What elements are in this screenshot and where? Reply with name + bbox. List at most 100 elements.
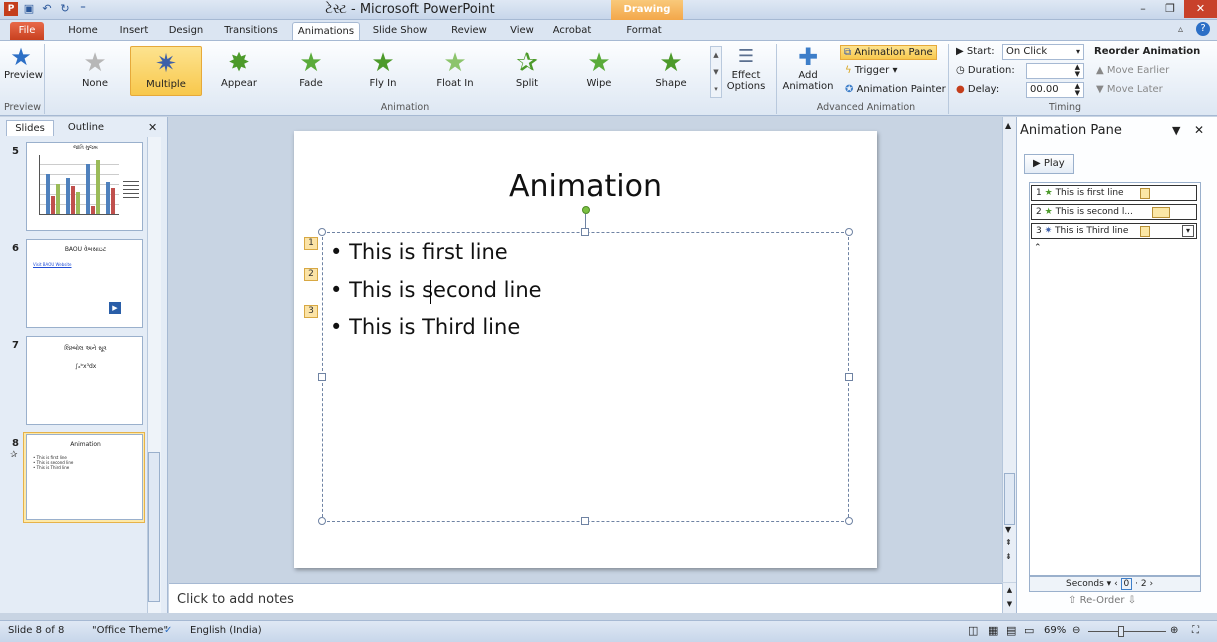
effect-options-button[interactable]: ☰ Effect Options: [724, 44, 768, 92]
tab-review[interactable]: Review: [446, 22, 492, 40]
view-reading-icon[interactable]: ▤: [1006, 624, 1016, 637]
slide-thumb-6[interactable]: BAOU વેબસાઇટ Visit BAOU Website ▶: [26, 239, 143, 328]
animation-item[interactable]: 1 ★ This is first line: [1031, 185, 1197, 201]
collapse-icon[interactable]: ⌃: [1034, 243, 1042, 253]
theme-indicator[interactable]: "Office Theme": [92, 625, 168, 636]
slide-thumb-7[interactable]: લિમ્બોલ અને સૂત્ર ∫ₐᵇx³dx: [26, 336, 143, 425]
help-icon[interactable]: ?: [1196, 22, 1210, 36]
tab-home[interactable]: Home: [62, 22, 104, 40]
scroll-down-icon[interactable]: ▼: [1005, 525, 1011, 534]
close-panel-icon[interactable]: ✕: [148, 121, 157, 134]
gallery-fade[interactable]: ★ Fade: [278, 46, 344, 96]
resize-handle[interactable]: [581, 228, 589, 236]
animation-painter-button[interactable]: ✪ Animation Painter: [845, 84, 946, 95]
resize-handle[interactable]: [845, 517, 853, 525]
gallery-scroll[interactable]: ▲ ▼ ▾: [710, 46, 722, 98]
view-slideshow-icon[interactable]: ▭: [1024, 624, 1034, 637]
move-up-icon[interactable]: ⇧: [1068, 595, 1076, 606]
spinner-icon[interactable]: ▲ ▼: [1075, 64, 1080, 78]
view-normal-icon[interactable]: ◫: [968, 624, 978, 637]
timeline-forward-icon[interactable]: ›: [1149, 579, 1153, 589]
preview-button[interactable]: ★ Preview: [4, 44, 43, 81]
zoom-slider-thumb[interactable]: [1118, 626, 1124, 637]
gallery-none[interactable]: ★ None: [62, 46, 128, 96]
chevron-down-icon[interactable]: ▾: [1182, 225, 1194, 237]
resize-handle[interactable]: [845, 228, 853, 236]
restore-button[interactable]: ❐: [1157, 0, 1183, 18]
slide-title[interactable]: Animation: [294, 169, 877, 204]
seconds-dropdown[interactable]: Seconds: [1066, 579, 1104, 589]
pane-options-icon[interactable]: ▼: [1172, 124, 1180, 137]
scrollbar-thumb[interactable]: [1004, 473, 1015, 525]
gallery-wipe[interactable]: ★ Wipe: [566, 46, 632, 96]
scroll-up-icon[interactable]: ▲: [1005, 121, 1011, 130]
zoom-out-icon[interactable]: ⊖: [1072, 625, 1080, 636]
scrollbar-thumb[interactable]: [148, 452, 160, 602]
prev-slide-icon[interactable]: ⇞: [1005, 539, 1012, 547]
trigger-button[interactable]: ϟ Trigger ▾: [845, 65, 897, 76]
resize-handle[interactable]: [318, 517, 326, 525]
slide-thumb-8[interactable]: Animation • This is first line • This is…: [26, 434, 143, 520]
minimize-ribbon-icon[interactable]: ▵: [1178, 24, 1183, 35]
close-pane-icon[interactable]: ✕: [1194, 123, 1204, 137]
tab-view[interactable]: View: [502, 22, 542, 40]
spinner-icon[interactable]: ▲ ▼: [1075, 83, 1080, 97]
start-select[interactable]: On Click ▾: [1002, 44, 1084, 60]
tab-format[interactable]: Format: [620, 22, 668, 40]
gallery-split[interactable]: ✰ Split: [494, 46, 560, 96]
content-placeholder[interactable]: [322, 232, 849, 522]
gallery-fly-in[interactable]: ★ Fly In: [350, 46, 416, 96]
animation-pane-button[interactable]: ⧉ Animation Pane: [840, 45, 937, 60]
play-button[interactable]: ▶ Play: [1024, 154, 1074, 174]
resize-handle[interactable]: [318, 228, 326, 236]
gallery-multiple[interactable]: ✷ Multiple: [130, 46, 202, 96]
rotate-handle[interactable]: [582, 206, 590, 214]
zoom-slider[interactable]: [1088, 631, 1166, 632]
split-star-icon: ✰: [516, 48, 538, 78]
resize-handle[interactable]: [845, 373, 853, 381]
next-slide-icon[interactable]: ⇟: [1005, 553, 1012, 561]
animation-item[interactable]: 3 ✷ This is Third line ▾: [1031, 223, 1197, 239]
notes-scrollbar[interactable]: ▲ ▼: [1002, 583, 1016, 613]
delay-field[interactable]: 00.00 ▲ ▼: [1026, 82, 1084, 98]
zoom-level[interactable]: 69%: [1044, 625, 1066, 636]
tab-outline[interactable]: Outline: [60, 120, 112, 136]
animation-tag[interactable]: 3: [304, 305, 318, 318]
tab-animations[interactable]: Animations: [292, 22, 360, 40]
animation-tag[interactable]: 1: [304, 237, 318, 250]
tab-transitions[interactable]: Transitions: [220, 22, 282, 40]
tab-acrobat[interactable]: Acrobat: [548, 22, 596, 40]
tab-file[interactable]: File: [10, 22, 44, 40]
gallery-appear[interactable]: ✸ Appear: [206, 46, 272, 96]
move-earlier-button[interactable]: ▲ Move Earlier: [1096, 65, 1169, 76]
bullet-line[interactable]: • This is first line: [330, 240, 508, 264]
bullet-line[interactable]: • This is Third line: [330, 315, 520, 339]
gallery-shape[interactable]: ★ Shape: [638, 46, 704, 96]
language-indicator[interactable]: English (India): [190, 625, 262, 636]
resize-handle[interactable]: [318, 373, 326, 381]
animation-item[interactable]: 2 ★ This is second l...: [1031, 204, 1197, 220]
gallery-float-in[interactable]: ★ Float In: [422, 46, 488, 96]
slide-thumb-5[interactable]: જાતિ મુજબ: [26, 142, 143, 231]
minimize-button[interactable]: –: [1130, 0, 1156, 18]
animation-tag[interactable]: 2: [304, 268, 318, 281]
bullet-line[interactable]: • This is second line: [330, 278, 542, 302]
tab-design[interactable]: Design: [164, 22, 208, 40]
move-down-icon[interactable]: ⇩: [1128, 595, 1136, 606]
move-later-button[interactable]: ▼ Move Later: [1096, 84, 1163, 95]
tab-slide-show[interactable]: Slide Show: [370, 22, 430, 40]
slide-vertical-scrollbar[interactable]: ▲ ▼ ⇞ ⇟: [1002, 117, 1016, 582]
zoom-in-icon[interactable]: ⊕: [1170, 625, 1178, 636]
notes-pane[interactable]: Click to add notes: [169, 583, 1002, 613]
timeline-back-icon[interactable]: ‹: [1114, 579, 1118, 589]
tab-insert[interactable]: Insert: [114, 22, 154, 40]
view-sorter-icon[interactable]: ▦: [988, 624, 998, 637]
fit-slide-icon[interactable]: ⛶: [1192, 625, 1199, 636]
resize-handle[interactable]: [581, 517, 589, 525]
close-button[interactable]: ✕: [1184, 0, 1217, 18]
tab-slides[interactable]: Slides: [6, 120, 54, 136]
timeline-start[interactable]: 0: [1120, 578, 1133, 590]
spellcheck-icon[interactable]: ✓: [164, 625, 172, 636]
duration-field[interactable]: ▲ ▼: [1026, 63, 1084, 79]
add-animation-button[interactable]: ✚ Add Animation: [780, 44, 836, 92]
